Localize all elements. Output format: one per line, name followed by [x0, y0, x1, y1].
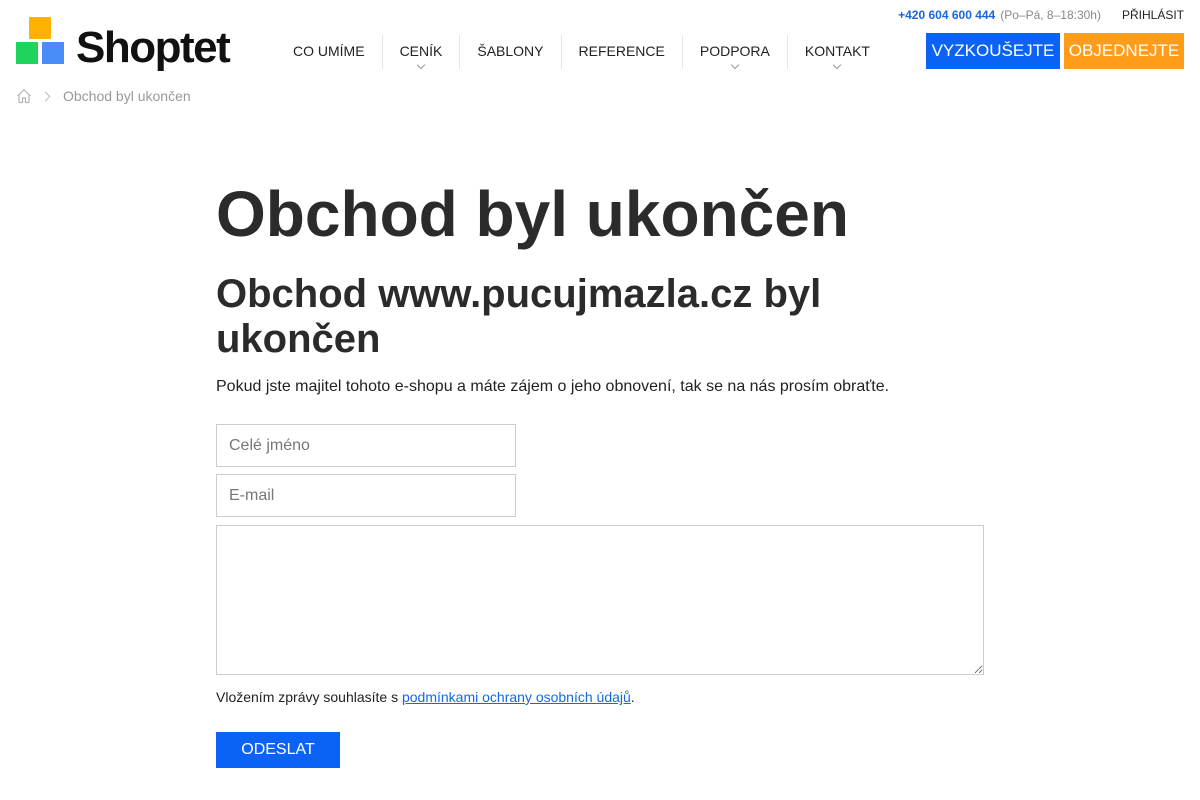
home-icon[interactable] — [16, 88, 32, 104]
lead-text: Pokud jste majitel tohoto e-shopu a máte… — [216, 378, 890, 395]
top-bar: +420 604 600 444 (Po–Pá, 8–18:30h) PŘIHL… — [898, 8, 1184, 22]
page-title: Obchod byl ukončen — [216, 178, 849, 250]
chevron-down-icon — [416, 60, 426, 70]
logo-icon — [16, 17, 64, 65]
nav-item-label: ŠABLONY — [477, 43, 544, 59]
nav-item-kontakt[interactable]: KONTAKT — [786, 35, 887, 70]
name-field[interactable] — [216, 424, 516, 467]
consent-text: Vložením zprávy souhlasíte s podmínkami … — [216, 689, 635, 705]
page-subtitle: Obchod www.pucujmazla.cz byl ukončen — [216, 272, 822, 361]
privacy-policy-link[interactable]: podmínkami ochrany osobních údajů — [402, 689, 631, 705]
chevron-down-icon — [833, 60, 842, 70]
logo[interactable]: Shoptet — [16, 17, 231, 73]
nav-item-cenik[interactable]: CENÍK — [381, 35, 460, 70]
breadcrumb-current: Obchod byl ukončen — [63, 88, 191, 104]
logo-square-green — [16, 42, 38, 64]
try-button[interactable]: VYZKOUŠEJTE — [926, 33, 1060, 69]
nav-item-podpora[interactable]: PODPORA — [681, 35, 787, 70]
support-hours: (Po–Pá, 8–18:30h) — [1000, 8, 1101, 22]
nav-item-label: PODPORA — [699, 43, 770, 59]
email-field[interactable] — [216, 474, 516, 517]
order-button[interactable]: OBJEDNEJTE — [1064, 33, 1184, 69]
logo-square-blue — [42, 42, 64, 64]
nav-item-label: CENÍK — [399, 43, 443, 59]
message-field[interactable] — [216, 525, 984, 675]
chevron-down-icon — [730, 60, 740, 70]
logo-text: Shoptet — [76, 23, 231, 72]
breadcrumb: Obchod byl ukončen — [16, 88, 191, 104]
nav-item-label: KONTAKT — [804, 43, 870, 59]
nav-item-sablony[interactable]: ŠABLONY — [459, 35, 560, 69]
nav-item-label: CO UMÍME — [293, 43, 365, 59]
nav-item-label: REFERENCE — [578, 43, 665, 59]
chevron-right-icon — [40, 91, 51, 101]
nav-item-co-umime[interactable]: CO UMÍME — [276, 35, 382, 69]
main-nav: CO UMÍME CENÍK ŠABLONY REFERENCE PODPORA… — [276, 35, 887, 70]
phone-number[interactable]: +420 604 600 444 — [898, 8, 995, 22]
consent-suffix: . — [630, 689, 635, 705]
consent-prefix: Vložením zprávy souhlasíte s — [216, 689, 402, 705]
submit-button[interactable]: ODESLAT — [216, 732, 340, 768]
logo-square-yellow — [29, 17, 51, 39]
nav-item-reference[interactable]: REFERENCE — [560, 35, 682, 69]
login-link[interactable]: PŘIHLÁSIT — [1122, 8, 1184, 22]
